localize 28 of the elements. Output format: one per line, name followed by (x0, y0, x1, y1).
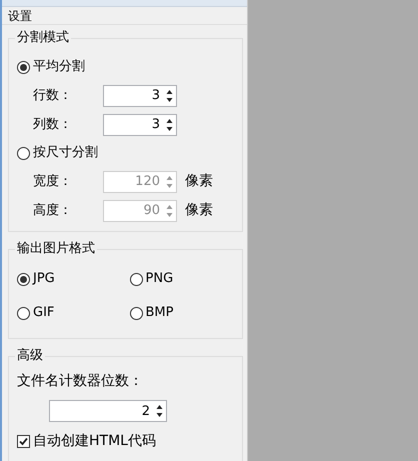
panel-title: 设置 (2, 7, 247, 25)
radio-option[interactable]: 平均分割 (17, 57, 85, 77)
radio-icon[interactable] (17, 146, 30, 160)
radio-icon[interactable] (130, 272, 142, 286)
checkbox-icon[interactable] (17, 435, 30, 448)
radio-option[interactable]: JPG (17, 269, 55, 289)
checkbox-option[interactable]: 自动创建HTML代码 (17, 431, 156, 452)
radio-icon[interactable] (17, 60, 30, 74)
radio-option[interactable]: 按尺寸分割 (17, 143, 98, 163)
spin-arrows-icon[interactable] (166, 118, 173, 132)
unit-label: 像素 (185, 172, 213, 191)
field-label: 行数： (32, 86, 73, 105)
radio-icon[interactable] (17, 272, 30, 286)
radio-option[interactable]: BMP (130, 303, 174, 323)
counter-label: 文件名计数器位数： (17, 372, 144, 391)
field-label: 列数： (32, 116, 73, 134)
spin-arrows-icon[interactable] (166, 88, 173, 102)
number-field[interactable]: 2 (49, 400, 167, 422)
spin-arrows-icon[interactable] (156, 404, 163, 418)
field-label: 宽度： (32, 172, 73, 191)
number-field[interactable]: 3 (103, 114, 177, 136)
radio-option[interactable]: PNG (130, 269, 174, 289)
unit-label: 像素 (185, 201, 213, 220)
field-label: 高度： (32, 202, 73, 220)
radio-icon[interactable] (17, 306, 30, 320)
radio-option[interactable]: GIF (17, 303, 54, 323)
radio-icon[interactable] (130, 306, 142, 320)
number-field[interactable]: 3 (103, 84, 177, 106)
